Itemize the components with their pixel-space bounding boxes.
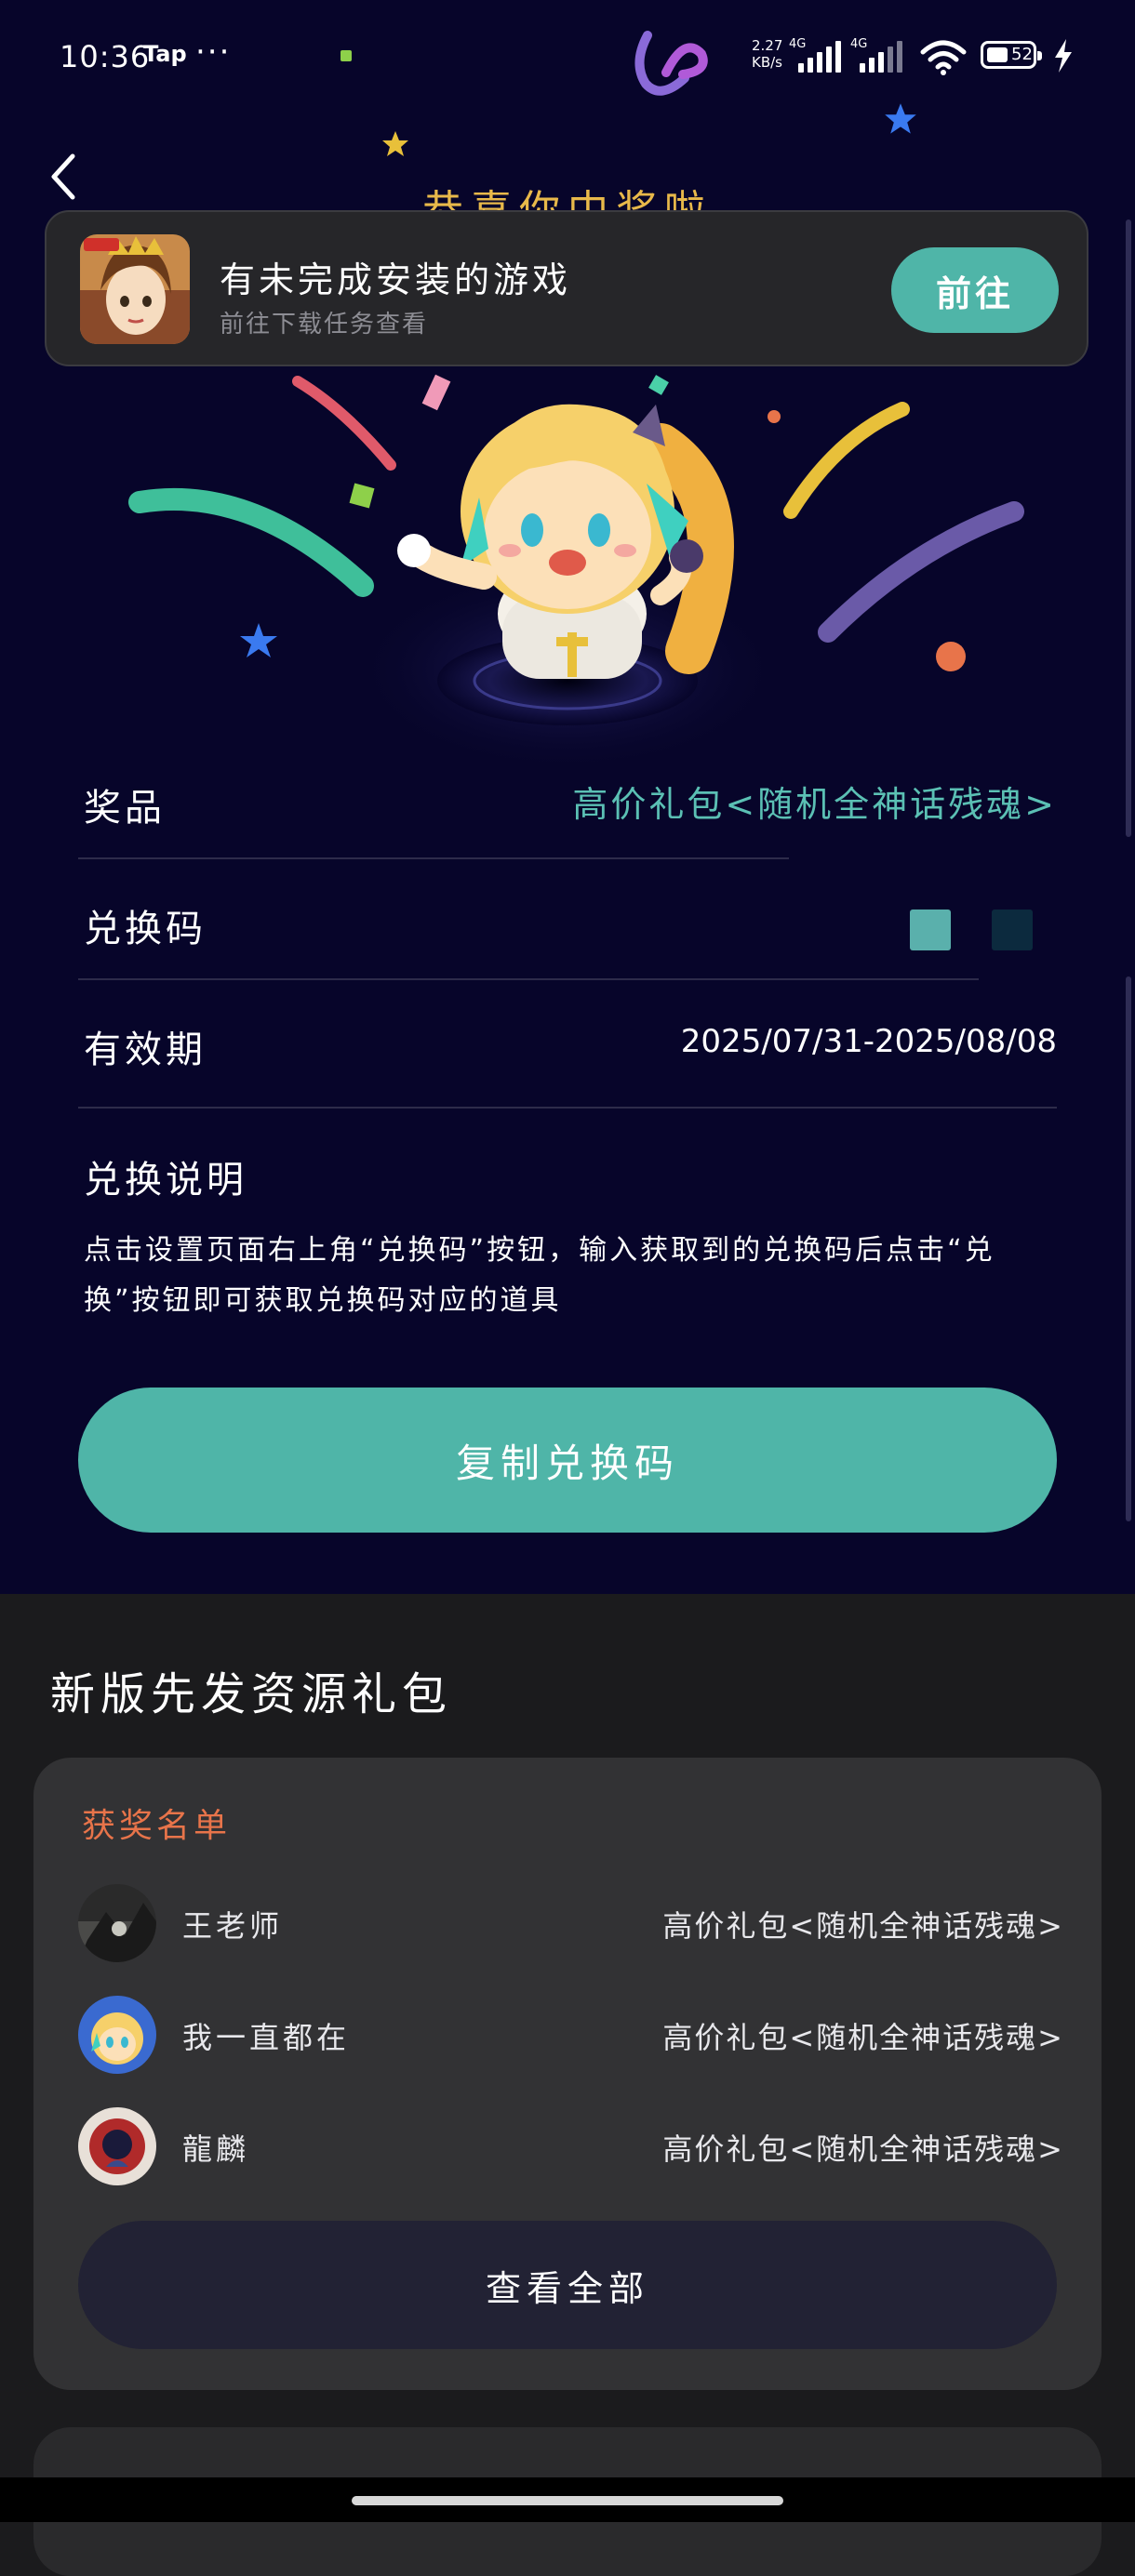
winner-row: 王老师 高价礼包<随机全神话残魂> [78, 1884, 1064, 1962]
winner-prize: 高价礼包<随机全神话残魂> [662, 2131, 1064, 2167]
back-icon[interactable] [45, 149, 82, 205]
winner-name: 龍麟 [182, 2131, 250, 2167]
status-time: 10:36 [60, 39, 151, 74]
instructions-text: 点击设置页面右上角“兑换码”按钮，输入获取到的兑换码后点击“兑换”按钮即可获取兑… [84, 1234, 995, 1317]
validity-label: 有效期 [84, 1029, 207, 1071]
status-app-label: Tap [143, 41, 187, 67]
celebration-illustration [128, 374, 1024, 763]
view-all-button[interactable]: 查看全部 [78, 2221, 1057, 2349]
code-label: 兑换码 [84, 908, 207, 950]
notice-subtitle: 前往下载任务查看 [220, 311, 429, 339]
winner-name: 我一直都在 [182, 2020, 351, 2055]
confetti-dot [340, 50, 352, 61]
divider-2 [78, 978, 979, 980]
prize-label: 奖品 [84, 787, 166, 830]
winners-title: 获奖名单 [82, 1807, 232, 1845]
star-icon-2 [885, 103, 916, 134]
section-title: 新版先发资源礼包 [50, 1668, 453, 1720]
star-icon [382, 131, 408, 156]
scrollbar-thumb[interactable] [1126, 219, 1131, 837]
goto-button[interactable]: 前往 [891, 247, 1059, 333]
copy-code-button[interactable]: 复制兑换码 [78, 1388, 1057, 1533]
signal-icon [798, 41, 841, 73]
signal-icon-2 [860, 41, 902, 73]
avatar [78, 2107, 156, 2185]
home-indicator[interactable] [352, 2496, 783, 2505]
divider-3 [78, 1107, 1057, 1109]
winner-name: 王老师 [182, 1908, 284, 1944]
install-notice[interactable]: 有未完成安装的游戏 前往下载任务查看 前往 [45, 210, 1088, 366]
scrollbar-thumb-2[interactable] [1126, 976, 1131, 1521]
winner-prize: 高价礼包<随机全神话残魂> [662, 2020, 1064, 2055]
battery-icon: 52 [981, 41, 1042, 69]
divider [78, 857, 789, 859]
prize-value: 高价礼包<随机全神话残魂> [572, 784, 1057, 825]
winner-prize: 高价礼包<随机全神话残魂> [662, 1908, 1064, 1944]
winner-row: 龍麟 高价礼包<随机全神话残魂> [78, 2107, 1064, 2185]
network-speed: 2.27 KB/s [752, 37, 783, 71]
app-logo-icon [634, 31, 708, 96]
charging-icon [1055, 39, 1072, 73]
reward-hero: 10:36 Tap ··· 2.27 KB/s 4G 4G 52 有未完成安装的… [0, 0, 1135, 1594]
status-more-icon: ··· [195, 33, 232, 71]
winners-card: 获奖名单 王老师 高价礼包<随机全神话残魂> 我一直都在 高价礼包<随机全神话残… [33, 1758, 1102, 2390]
status-bar: 10:36 Tap ··· 2.27 KB/s 4G 4G 52 [0, 0, 1135, 112]
instructions-label: 兑换说明 [84, 1159, 247, 1202]
wifi-icon [920, 40, 967, 75]
code-mask-block-2 [992, 910, 1033, 950]
validity-value: 2025/07/31-2025/08/08 [680, 1023, 1057, 1060]
code-mask-block [910, 910, 951, 950]
notice-title: 有未完成安装的游戏 [220, 259, 572, 300]
game-app-icon [80, 234, 190, 344]
avatar [78, 1884, 156, 1962]
winner-row: 我一直都在 高价礼包<随机全神话残魂> [78, 1996, 1064, 2074]
avatar [78, 1996, 156, 2074]
